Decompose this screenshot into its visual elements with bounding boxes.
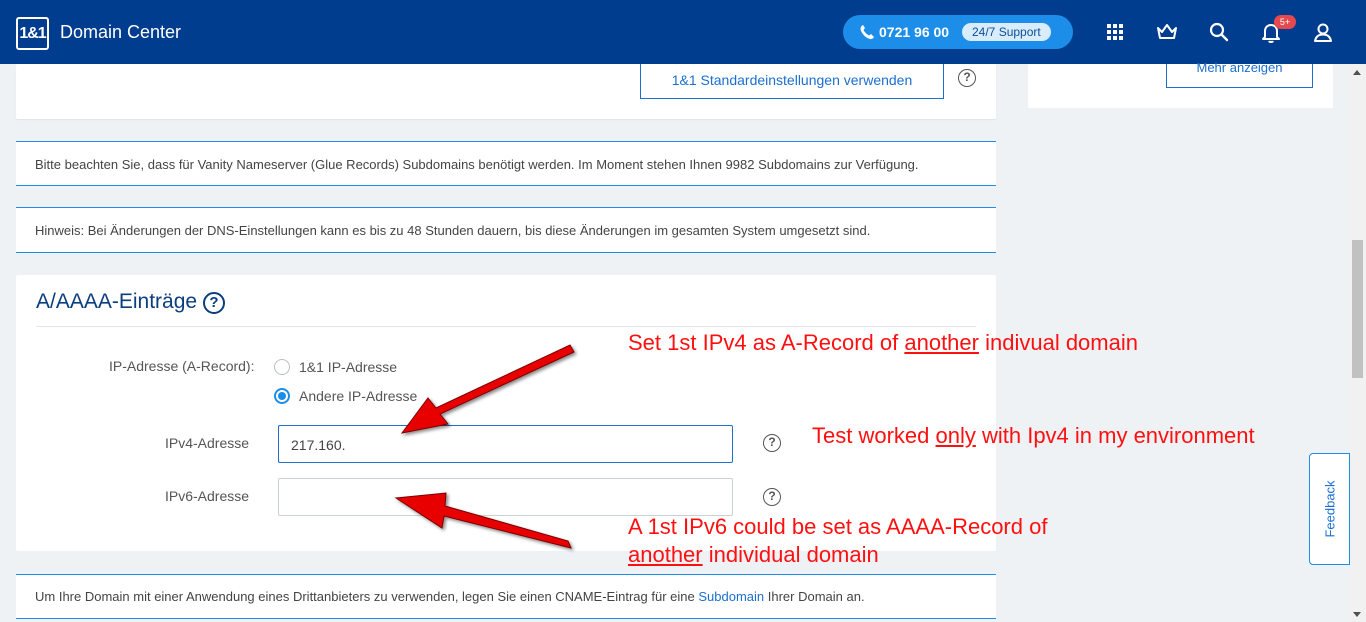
subdomain-link[interactable]: Subdomain: [698, 589, 764, 604]
anno-text: indivual domain: [978, 330, 1138, 355]
annotation-test: Test worked only with Ipv4 in my environ…: [812, 423, 1255, 449]
support-badge: 24/7 Support: [962, 23, 1051, 41]
anno-underline: another: [628, 542, 703, 567]
crown-icon[interactable]: [1155, 20, 1179, 44]
radio-other-ip[interactable]: [274, 388, 290, 404]
divider: [36, 326, 976, 327]
scroll-thumb[interactable]: [1352, 240, 1363, 378]
notice-text: Bitte beachten Sie, dass für Vanity Name…: [35, 157, 919, 172]
phone-number: 0721 96 00: [879, 24, 950, 40]
app-title[interactable]: Domain Center: [60, 22, 181, 43]
radio-label[interactable]: Andere IP-Adresse: [299, 388, 417, 404]
annotation-ipv6-line1: A 1st IPv6 could be set as AAAA-Record o…: [628, 514, 1047, 540]
anno-text: Test worked: [812, 423, 936, 448]
section-title: A/AAAA-Einträge: [36, 290, 198, 313]
notification-badge: 5+: [1274, 15, 1296, 29]
help-icon[interactable]: ?: [763, 434, 781, 452]
ipv6-input[interactable]: [278, 478, 733, 516]
ip-address-label: IP-Adresse (A-Record):: [109, 358, 255, 374]
notice-text: Hinweis: Bei Änderungen der DNS-Einstell…: [35, 223, 871, 238]
feedback-label: Feedback: [1322, 480, 1337, 538]
anno-underline: another: [904, 330, 979, 355]
a-aaaa-records-card: A/AAAA-Einträge ? IP-Adresse (A-Record):…: [16, 275, 996, 551]
help-icon[interactable]: ?: [763, 488, 781, 506]
cname-text: Um Ihre Domain mit einer Anwendung eines…: [35, 589, 695, 604]
radio-label[interactable]: 1&1 IP-Adresse: [299, 359, 397, 375]
glue-records-notice: Bitte beachten Sie, dass für Vanity Name…: [16, 141, 996, 186]
anno-text: individual domain: [702, 542, 879, 567]
dns-settings-card: 1&1 Standardeinstellungen verwenden ?: [16, 64, 996, 119]
use-default-settings-button[interactable]: 1&1 Standardeinstellungen verwenden: [640, 64, 944, 99]
ipv4-label: IPv4-Adresse: [165, 435, 250, 451]
annotation-ipv4: Set 1st IPv4 as A-Record of another indi…: [628, 330, 1138, 356]
feedback-tab[interactable]: Feedback: [1309, 453, 1350, 565]
page-scrollbar[interactable]: [1349, 64, 1366, 622]
dns-hint-notice: Hinweis: Bei Änderungen der DNS-Einstell…: [16, 207, 996, 253]
apps-grid-icon[interactable]: [1103, 20, 1127, 44]
support-phone-button[interactable]: 0721 96 00 24/7 Support: [843, 15, 1073, 49]
phone-icon: [860, 25, 874, 40]
scroll-down-arrow[interactable]: [1353, 612, 1361, 617]
annotation-ipv6-line2: another individual domain: [628, 542, 879, 568]
help-icon[interactable]: ?: [958, 69, 976, 87]
anno-text: with Ipv4 in my environment: [975, 423, 1255, 448]
user-icon[interactable]: [1311, 20, 1335, 44]
side-card: Mehr anzeigen: [1028, 61, 1333, 108]
radio-1und1-ip[interactable]: [274, 359, 290, 375]
anno-underline: only: [935, 423, 976, 448]
brand-logo[interactable]: 1&1: [16, 17, 49, 50]
scroll-up-arrow[interactable]: [1353, 70, 1361, 75]
ipv4-input[interactable]: 217.160.: [278, 425, 733, 463]
ipv6-label: IPv6-Adresse: [165, 488, 250, 504]
show-more-button[interactable]: Mehr anzeigen: [1166, 61, 1313, 88]
top-header: 1&1 Domain Center 0721 96 00 24/7 Suppor…: [0, 0, 1366, 64]
cname-notice: Um Ihre Domain mit einer Anwendung eines…: [16, 574, 996, 619]
anno-text: Set 1st IPv4 as A-Record of: [628, 330, 905, 355]
help-icon[interactable]: ?: [203, 292, 225, 314]
search-icon[interactable]: [1207, 20, 1231, 44]
notice-text: Um Ihre Domain mit einer Anwendung eines…: [35, 589, 865, 604]
cname-suffix: Ihrer Domain an.: [767, 589, 865, 604]
anno-text: A 1st IPv6 could be set as AAAA-Record o…: [628, 514, 1048, 539]
